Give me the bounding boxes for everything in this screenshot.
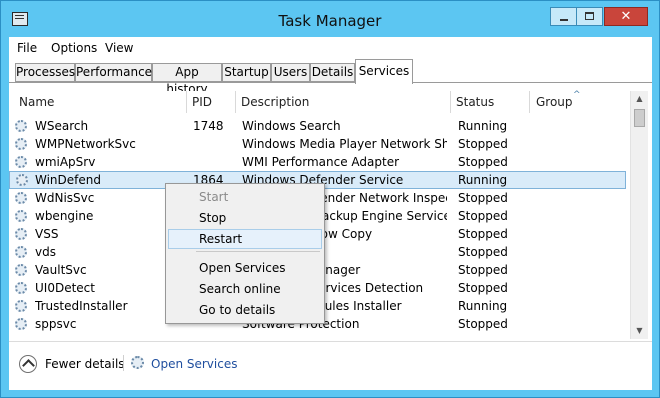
service-status: Stopped	[458, 209, 508, 223]
service-gear-icon	[15, 282, 27, 294]
tab-startup[interactable]: Startup	[222, 63, 271, 82]
service-status: Stopped	[458, 155, 508, 169]
column-divider[interactable]	[450, 91, 451, 113]
context-menu: Start Stop Restart Open Services Search …	[165, 183, 325, 324]
tab-processes[interactable]: Processes	[15, 63, 75, 82]
services-gear-icon	[131, 356, 144, 369]
menu-item-stop[interactable]: Stop	[168, 208, 322, 228]
tab-users[interactable]: Users	[271, 63, 310, 82]
scrollbar-thumb[interactable]	[634, 109, 645, 127]
scroll-down-icon[interactable]: ▼	[631, 323, 648, 339]
column-status[interactable]: Status	[454, 91, 529, 113]
menu-file[interactable]: File	[17, 41, 37, 55]
service-name: wbengine	[35, 209, 94, 223]
service-name: sppsvc	[35, 317, 77, 331]
service-name: WMPNetworkSvc	[35, 137, 136, 151]
menu-item-restart[interactable]: Restart	[168, 229, 322, 249]
menu-options[interactable]: Options	[51, 41, 97, 55]
service-gear-icon	[15, 228, 27, 240]
fewer-details-button[interactable]	[19, 355, 37, 373]
column-name[interactable]: Name	[17, 91, 187, 113]
services-list: Name PID Description Status Group ^ WSea…	[9, 90, 652, 339]
tab-performance[interactable]: Performance	[75, 63, 152, 82]
service-name: UI0Detect	[35, 281, 95, 295]
column-divider[interactable]	[235, 91, 236, 113]
service-gear-icon	[15, 300, 27, 312]
column-description[interactable]: Description	[239, 91, 449, 113]
service-description: Windows Search	[242, 119, 341, 133]
service-status: Running	[458, 173, 508, 187]
table-row[interactable]: WSearch 1748 Windows Search Running	[9, 117, 626, 135]
service-status: Stopped	[458, 281, 508, 295]
service-pid: 1748	[193, 119, 224, 133]
menu-item-start[interactable]: Start	[168, 187, 322, 207]
service-name: vds	[35, 245, 56, 259]
scroll-up-icon[interactable]: ▲	[631, 91, 648, 107]
service-gear-icon	[15, 192, 27, 204]
table-row[interactable]: wmiApSrv WMI Performance Adapter Stopped	[9, 153, 626, 171]
service-status: Stopped	[458, 137, 508, 151]
menu-item-search-online[interactable]: Search online	[168, 279, 322, 299]
service-name: WdNisSvc	[35, 191, 95, 205]
service-gear-icon	[15, 210, 27, 222]
service-description: Windows Media Player Network Shari...	[242, 137, 447, 151]
title-bar[interactable]: Task Manager ✕	[1, 1, 659, 37]
maximize-button[interactable]	[577, 7, 603, 26]
chevron-up-icon	[22, 359, 35, 372]
service-name: wmiApSrv	[35, 155, 96, 169]
menu-bar: File Options View	[9, 37, 652, 59]
open-services-link[interactable]: Open Services	[151, 357, 237, 371]
service-status: Stopped	[458, 245, 508, 259]
menu-item-go-to-details[interactable]: Go to details	[168, 300, 322, 320]
tab-services[interactable]: Services	[355, 59, 413, 84]
service-status: Running	[458, 299, 508, 313]
service-gear-icon	[16, 174, 28, 186]
service-status: Stopped	[458, 191, 508, 205]
task-manager-window: Task Manager ✕ File Options View Process…	[0, 0, 660, 398]
tab-app-history[interactable]: App history	[152, 63, 222, 96]
fewer-details-label[interactable]: Fewer details	[45, 357, 125, 371]
service-gear-icon	[15, 138, 27, 150]
service-name: VaultSvc	[35, 263, 87, 277]
service-gear-icon	[15, 120, 27, 132]
close-icon: ✕	[620, 9, 632, 24]
service-gear-icon	[15, 156, 27, 168]
column-pid[interactable]: PID	[190, 91, 235, 113]
service-status: Stopped	[458, 263, 508, 277]
service-gear-icon	[15, 246, 27, 258]
column-divider[interactable]	[529, 91, 530, 113]
service-name: VSS	[35, 227, 59, 241]
service-status: Stopped	[458, 227, 508, 241]
service-gear-icon	[15, 318, 27, 330]
minimize-icon	[560, 19, 568, 21]
service-name: WinDefend	[35, 173, 101, 187]
service-gear-icon	[15, 264, 27, 276]
client-area: File Options View Processes Performance …	[9, 37, 652, 390]
footer: Fewer details Open Services	[9, 341, 652, 390]
column-divider[interactable]	[186, 91, 187, 113]
maximize-icon	[585, 12, 594, 20]
service-name: TrustedInstaller	[35, 299, 128, 313]
menu-item-open-services[interactable]: Open Services	[168, 258, 322, 278]
table-row[interactable]: WMPNetworkSvc Windows Media Player Netwo…	[9, 135, 626, 153]
service-status: Stopped	[458, 317, 508, 331]
sort-ascending-icon: ^	[573, 90, 581, 100]
tab-details[interactable]: Details	[310, 63, 355, 82]
service-status: Running	[458, 119, 508, 133]
minimize-button[interactable]	[550, 7, 577, 26]
close-button[interactable]: ✕	[604, 7, 648, 26]
service-name: WSearch	[35, 119, 89, 133]
footer-divider	[123, 355, 124, 371]
menu-view[interactable]: View	[105, 41, 133, 55]
column-header: Name PID Description Status Group ^	[9, 90, 629, 113]
menu-separator	[196, 251, 320, 252]
service-description: WMI Performance Adapter	[242, 155, 400, 169]
vertical-scrollbar[interactable]: ▲ ▼	[630, 91, 648, 339]
tab-bar: Processes Performance App history Startu…	[9, 59, 652, 96]
